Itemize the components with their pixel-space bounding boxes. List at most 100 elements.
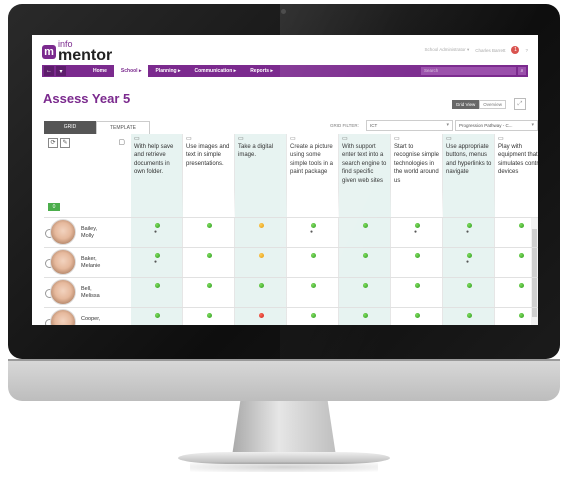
role-menu[interactable]: School Administrator ▾ <box>424 47 469 53</box>
book-icon[interactable]: ▭ <box>342 136 388 143</box>
nav-item[interactable]: Home <box>86 65 114 77</box>
assessment-dot[interactable] <box>258 313 264 318</box>
objective-text: Use images and text in simple presentati… <box>186 144 230 167</box>
assessment-dot[interactable] <box>518 283 524 288</box>
student-last-name: Baker, <box>81 256 97 262</box>
back-button[interactable]: ← <box>44 66 54 76</box>
student-first-name: Melanie <box>81 263 101 269</box>
user-name[interactable]: Charles Barrett <box>475 48 505 53</box>
pathway-value: Progression Pathway - C... <box>459 123 513 128</box>
book-icon[interactable]: ▭ <box>394 136 440 143</box>
objective-header[interactable]: ▭ Create a picture using some simple tool… <box>287 134 339 217</box>
tab-grid[interactable]: GRID <box>44 121 96 135</box>
assessment-dot[interactable] <box>154 313 160 318</box>
expand-icon[interactable]: ⤢ <box>514 98 526 110</box>
book-icon[interactable]: ▭ <box>498 136 538 143</box>
student-row-header[interactable]: Cooper, <box>44 308 131 325</box>
tab-template[interactable]: TEMPLATE <box>96 121 150 135</box>
book-icon[interactable]: ▭ <box>446 136 492 143</box>
notification-icon[interactable]: 1 <box>511 46 520 54</box>
assessment-dot[interactable] <box>414 313 420 318</box>
assessment-grid: ⟳ ✎ ▢ 0 ▭ With help save and retrieve doc… <box>44 134 538 325</box>
search-icon[interactable]: ⌕ <box>518 67 526 75</box>
book-icon[interactable]: ▭ <box>186 136 232 143</box>
assessment-dot[interactable] <box>362 223 368 228</box>
book-icon[interactable]: ▭ <box>238 136 284 143</box>
assessment-dot[interactable] <box>414 223 420 228</box>
assessment-dot[interactable] <box>258 283 264 288</box>
assessment-dot[interactable] <box>414 253 420 258</box>
assessment-dot[interactable] <box>310 223 316 228</box>
assessment-dot[interactable] <box>362 283 368 288</box>
nav-item[interactable]: Reports ▸ <box>243 65 280 77</box>
objective-header[interactable]: ▭ Start to recognise simple technologies … <box>391 134 443 217</box>
logo[interactable]: m info mentor <box>42 40 112 64</box>
assessment-dot[interactable] <box>154 253 160 258</box>
menu-button[interactable]: ▾ <box>56 66 66 76</box>
comment-icon[interactable]: ● <box>310 229 313 235</box>
assessment-dot[interactable] <box>206 283 212 288</box>
assessment-dot[interactable] <box>206 313 212 318</box>
page-title: Assess Year 5 <box>43 91 131 106</box>
book-icon[interactable]: ▭ <box>290 136 336 143</box>
nav-item[interactable]: Planning ▸ <box>148 65 187 77</box>
assessment-dot[interactable] <box>154 223 160 228</box>
assessment-dot[interactable] <box>310 253 316 258</box>
refresh-icon[interactable]: ⟳ <box>48 138 58 148</box>
objective-column: ▭ Use images and text in simple presentat… <box>183 134 235 325</box>
objective-header[interactable]: ▭ With support enter text into a search e… <box>339 134 391 217</box>
assessment-dot[interactable] <box>518 223 524 228</box>
nav-item[interactable]: Communication ▸ <box>188 65 244 77</box>
student-name: Bell, Melissa <box>81 286 100 300</box>
grid-view-button[interactable]: Grid View <box>451 100 480 109</box>
assessment-dot[interactable] <box>310 283 316 288</box>
objective-text: Use appropriate buttons, menus and hyper… <box>446 144 492 176</box>
objective-header[interactable]: ▭ Play with equipment that simulates cont… <box>495 134 538 217</box>
tools-icon[interactable]: ✎ <box>60 138 70 148</box>
view-tabs: GRID TEMPLATE <box>44 121 150 135</box>
comment-icon[interactable]: ● <box>154 229 157 235</box>
objective-header[interactable]: ▭ Take a digital image. <box>235 134 287 217</box>
assessment-dot[interactable] <box>310 313 316 318</box>
overview-button[interactable]: Overview <box>479 100 506 109</box>
monitor-chin <box>8 359 560 401</box>
book-icon[interactable]: ▢ <box>118 138 125 146</box>
student-row-header[interactable]: Baker, Melanie <box>44 248 131 278</box>
grid-filter-select[interactable]: ICT ▾ <box>366 120 453 131</box>
objective-header[interactable]: ▭ Use appropriate buttons, menus and hype… <box>443 134 495 217</box>
student-row-header[interactable]: Bailey, Molly <box>44 218 131 248</box>
book-icon[interactable]: ▭ <box>134 136 180 143</box>
assessment-dot[interactable] <box>466 253 472 258</box>
assessment-dot[interactable] <box>258 223 264 228</box>
comment-icon[interactable]: ● <box>466 259 469 265</box>
student-count-badge[interactable]: 0 <box>48 203 60 211</box>
assessment-dot[interactable] <box>258 253 264 258</box>
pathway-select[interactable]: Progression Pathway - C... ▾ <box>455 120 538 131</box>
assessment-dot[interactable] <box>362 253 368 258</box>
main-nav: ← ▾ Home School ▸ Planning ▸ Communication … <box>42 65 528 77</box>
student-name: Baker, Melanie <box>81 256 100 270</box>
app-screen: m info mentor School Administrator ▾ Cha… <box>32 35 538 325</box>
comment-icon[interactable]: ● <box>414 229 417 235</box>
objective-text: With support enter text into a search en… <box>342 144 387 184</box>
assessment-dot[interactable] <box>414 283 420 288</box>
objective-header[interactable]: ▭ With help save and retrieve documents i… <box>131 134 183 217</box>
objective-header[interactable]: ▭ Use images and text in simple presentat… <box>183 134 235 217</box>
assessment-dot[interactable] <box>518 253 524 258</box>
assessment-dot[interactable] <box>466 313 472 318</box>
assessment-dot[interactable] <box>518 313 524 318</box>
student-row-header[interactable]: Bell, Melissa <box>44 278 131 308</box>
nav-item[interactable]: School ▸ <box>113 65 149 77</box>
assessment-dot[interactable] <box>154 283 160 288</box>
assessment-dot[interactable] <box>466 283 472 288</box>
comment-icon[interactable]: ● <box>466 229 469 235</box>
assessment-dot[interactable] <box>466 223 472 228</box>
comment-icon[interactable]: ● <box>154 259 157 265</box>
objective-text: Take a digital image. <box>238 144 274 159</box>
assessment-dot[interactable] <box>206 223 212 228</box>
assessment-dot[interactable] <box>362 313 368 318</box>
chevron-down-icon: ▾ <box>531 122 534 128</box>
assessment-dot[interactable] <box>206 253 212 258</box>
help-icon[interactable]: ? <box>525 48 528 53</box>
search-input[interactable]: Search <box>421 67 516 75</box>
